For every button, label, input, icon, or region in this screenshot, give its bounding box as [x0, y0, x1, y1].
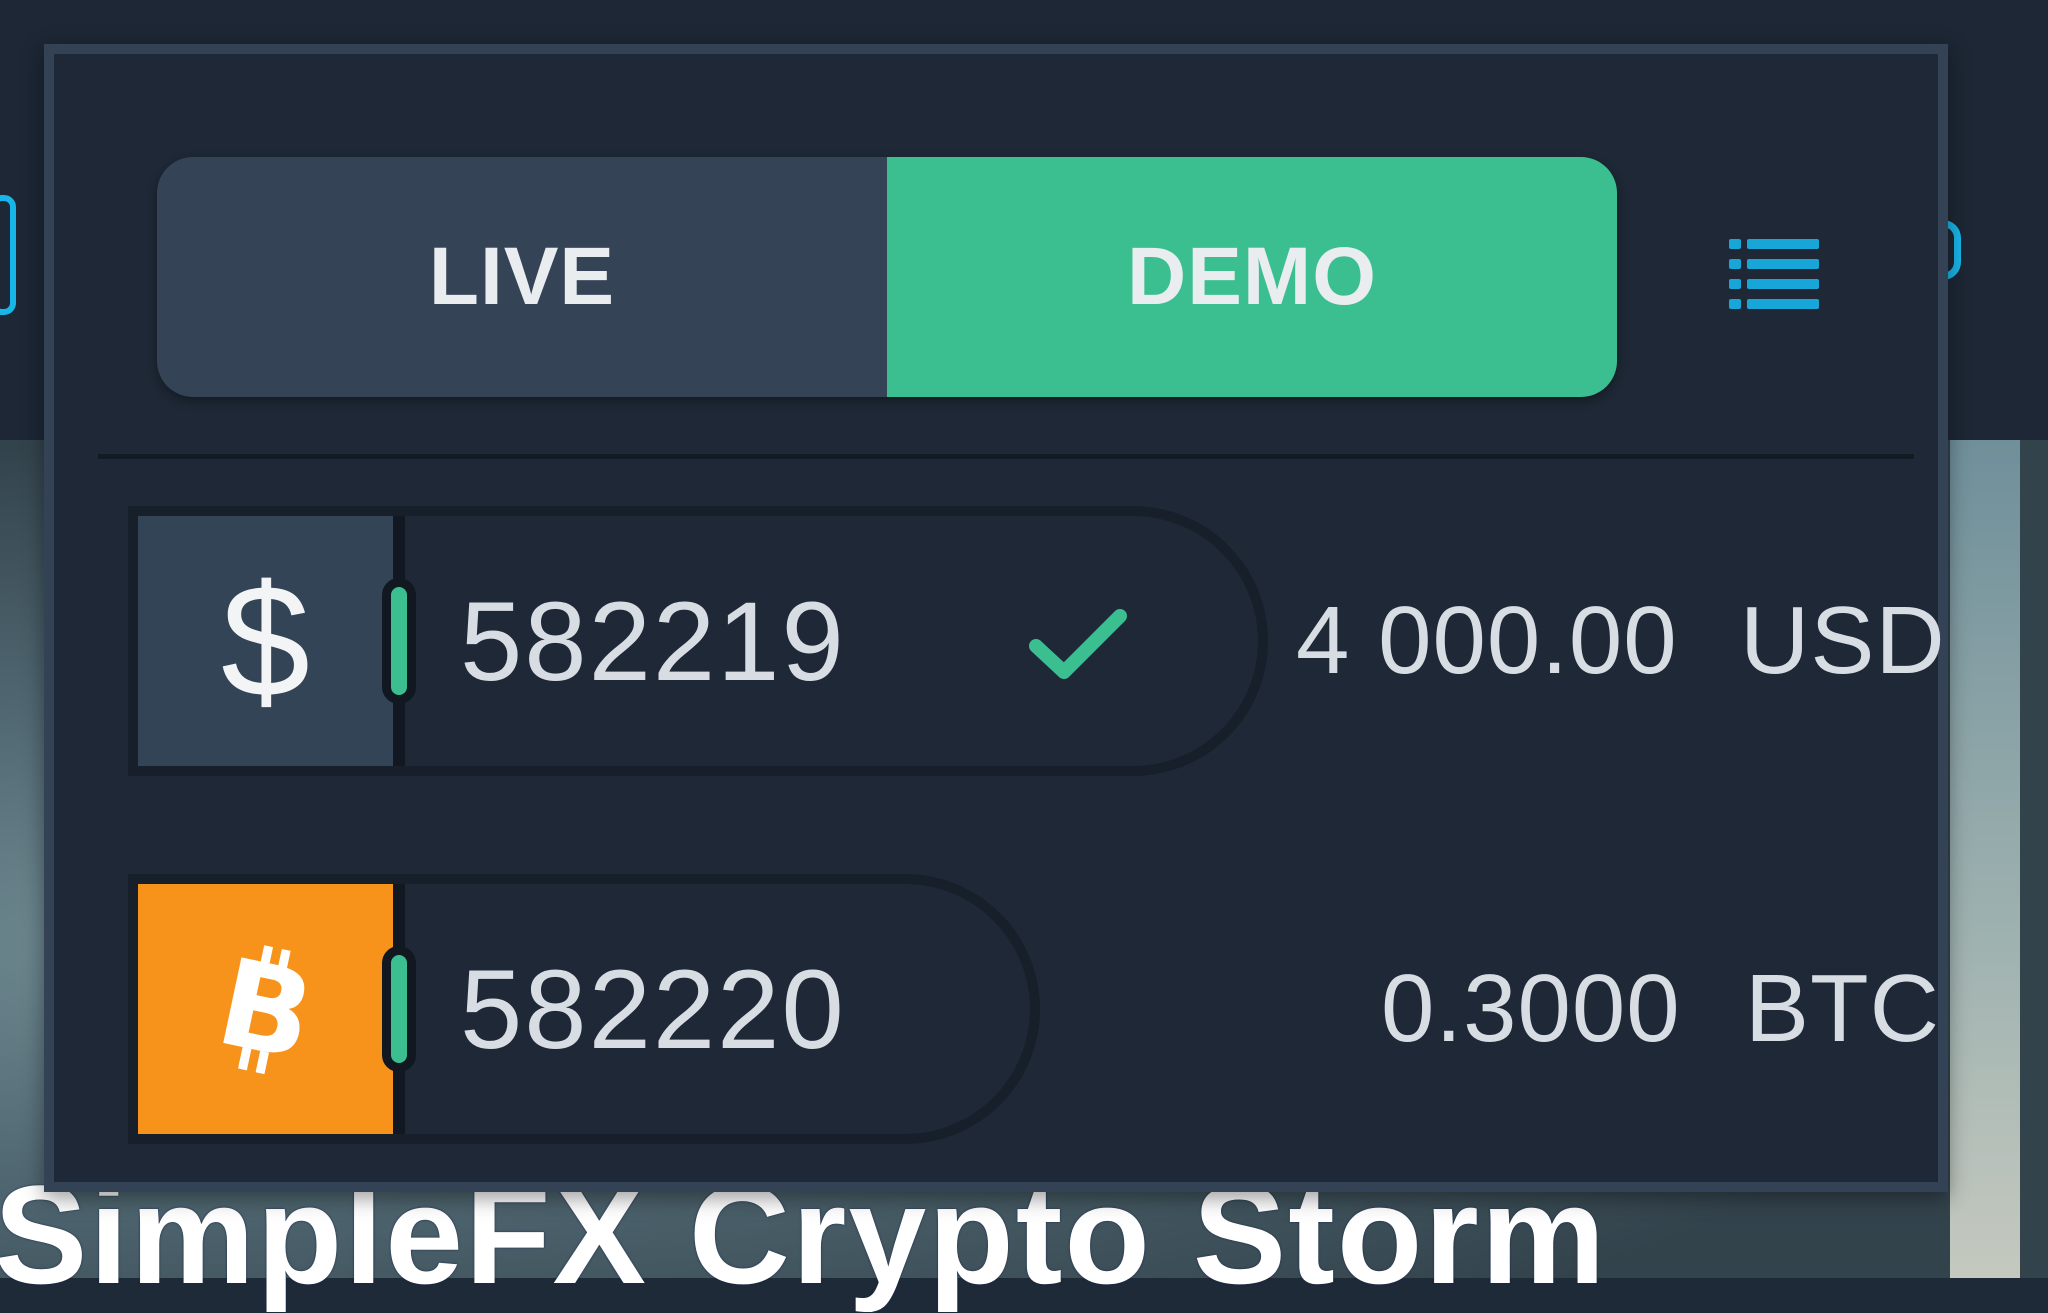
header-button-edge[interactable]	[0, 195, 16, 315]
account-selector-usd[interactable]: $ 582219	[128, 506, 1268, 776]
account-row-usd[interactable]: $ 582219 4 000.00 USD	[128, 506, 1948, 776]
status-indicator	[382, 946, 416, 1072]
account-selector-btc[interactable]: B 582220	[128, 874, 1040, 1144]
demo-mode-button[interactable]: DEMO	[887, 157, 1617, 397]
account-id: 582220	[460, 946, 846, 1072]
account-row-btc[interactable]: B 582220 0.3000 BTC	[128, 874, 1948, 1144]
currency-badge-usd: $	[138, 516, 393, 766]
dollar-icon: $	[221, 551, 310, 730]
status-indicator	[382, 578, 416, 704]
check-icon	[1029, 609, 1127, 679]
account-balance: 4 000.00	[1296, 587, 1678, 694]
account-id: 582219	[460, 578, 846, 704]
divider	[98, 454, 1914, 459]
account-selector-popover: LIVE DEMO $ 582219 4 000.00 USD B 582220…	[44, 44, 1948, 1192]
live-mode-button[interactable]: LIVE	[157, 157, 887, 397]
bitcoin-icon: B	[211, 939, 321, 1079]
currency-badge-btc: B	[138, 884, 393, 1134]
account-balance: 0.3000	[1381, 955, 1681, 1062]
currency-code: BTC	[1745, 955, 1940, 1062]
account-mode-toggle: LIVE DEMO	[157, 157, 1617, 397]
currency-code: USD	[1740, 587, 1946, 694]
list-icon[interactable]	[1729, 237, 1819, 309]
banner-image-edge	[1950, 440, 2020, 1278]
